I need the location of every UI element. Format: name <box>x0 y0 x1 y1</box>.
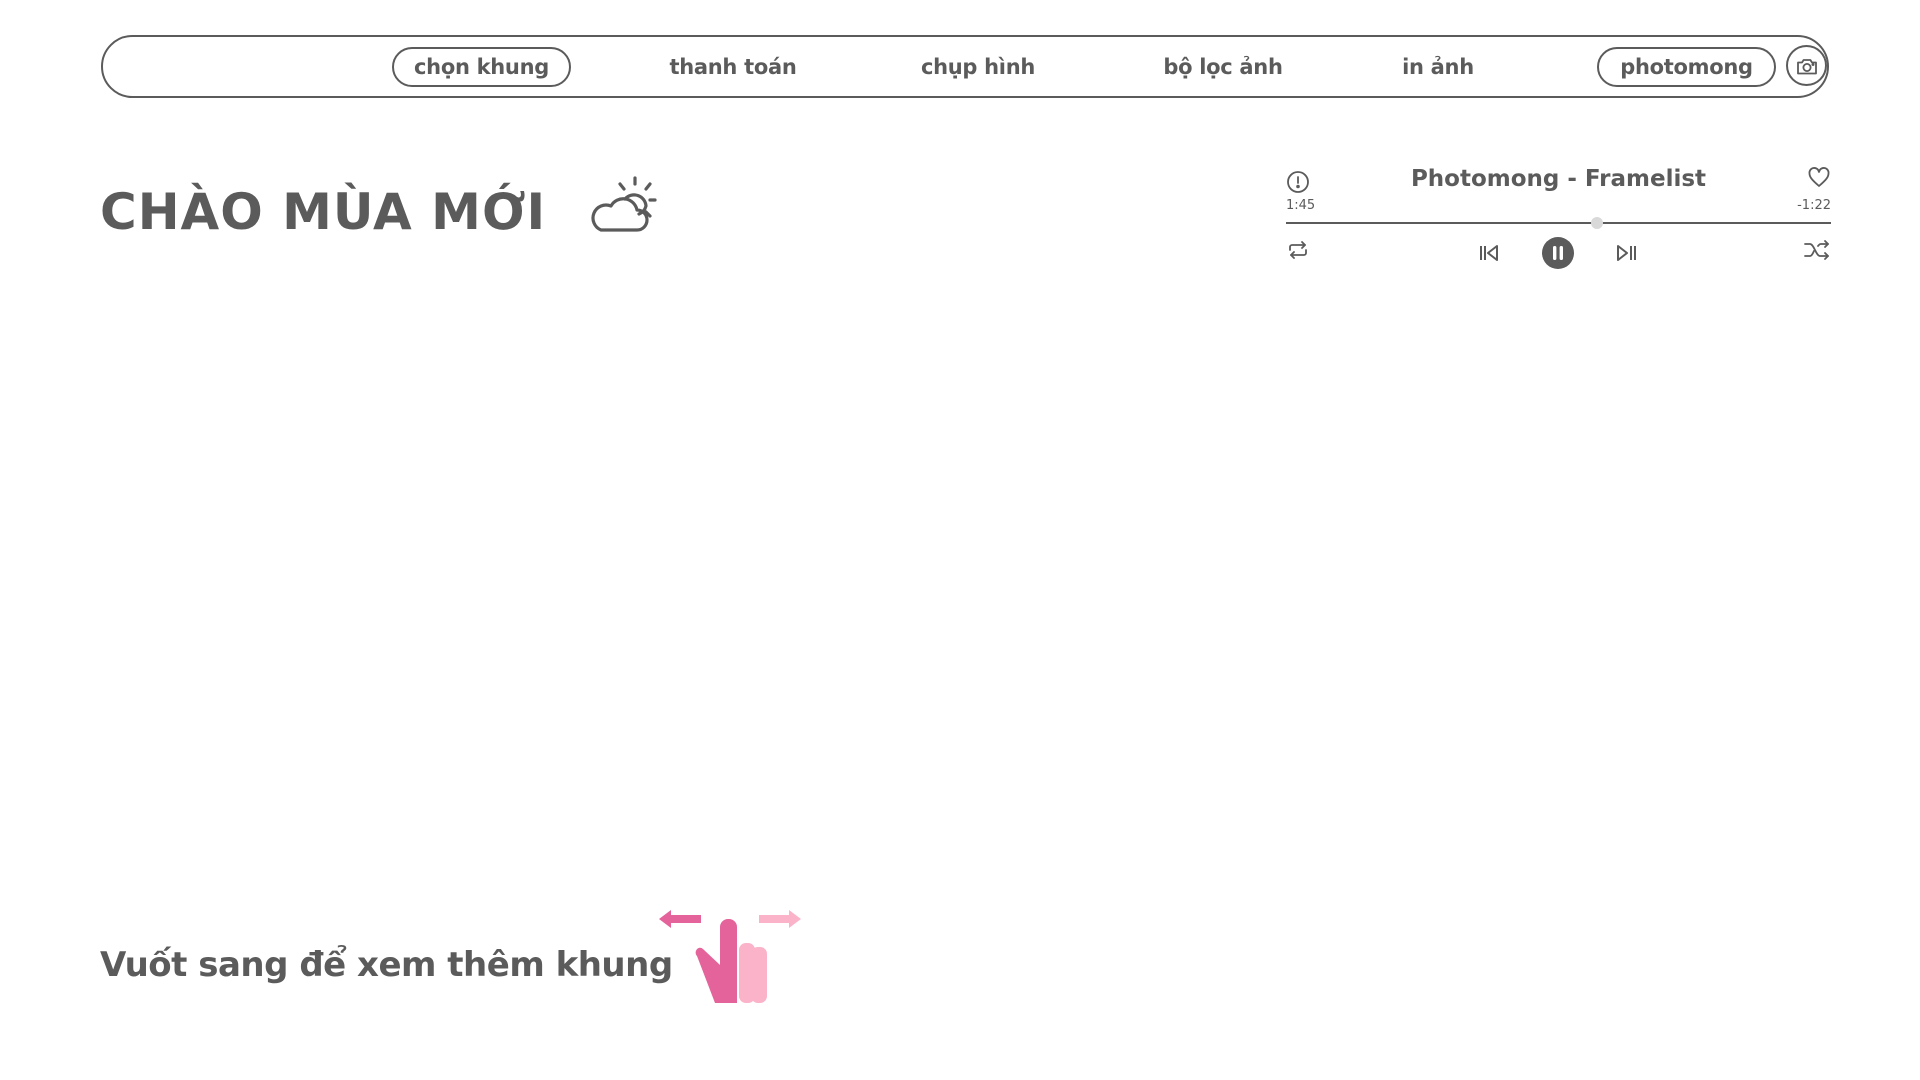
song-title: Photomong - Framelist <box>1410 166 1707 192</box>
remaining-time: -1:22 <box>1797 198 1831 213</box>
camera-button[interactable] <box>1786 45 1827 86</box>
top-nav: chọn khung thanh toán chụp hình bộ lọc ả… <box>101 35 1829 98</box>
pause-icon <box>1553 246 1563 260</box>
camera-icon <box>1796 58 1817 74</box>
elapsed-time: 1:45 <box>1286 198 1316 213</box>
music-player: Photomong - Framelist 1:45 -1:22 <box>1286 160 1831 270</box>
nav-item-thanh-toan[interactable]: thanh toán <box>633 47 833 87</box>
nav-item-chup-hinh[interactable]: chụp hình <box>888 47 1068 87</box>
like-button[interactable] <box>1807 166 1831 190</box>
nav-item-in-anh[interactable]: in ảnh <box>1368 47 1508 87</box>
nav-brand-button[interactable]: photomong <box>1597 47 1776 87</box>
swipe-hint: Vuốt sang để xem thêm khung <box>100 945 673 985</box>
shuffle-button[interactable] <box>1803 238 1831 262</box>
heart-icon <box>1808 167 1830 187</box>
swipe-hand-icon <box>659 910 801 1003</box>
nav-item-chon-khung[interactable]: chọn khung <box>392 47 571 87</box>
progress-knob[interactable] <box>1590 217 1603 229</box>
play-pause-button[interactable] <box>1542 237 1574 269</box>
previous-icon <box>1480 245 1498 261</box>
repeat-button[interactable] <box>1286 238 1310 262</box>
nav-item-bo-loc-anh[interactable]: bộ lọc ảnh <box>1123 47 1323 87</box>
repeat-icon <box>1289 241 1307 259</box>
partly-cloudy-icon <box>591 176 657 232</box>
progress-bar[interactable] <box>1286 217 1831 229</box>
next-icon <box>1617 245 1636 261</box>
shuffle-icon <box>1804 240 1829 260</box>
next-button[interactable] <box>1614 240 1640 266</box>
page-title: CHÀO MÙA MỚI <box>100 183 547 241</box>
previous-button[interactable] <box>1476 240 1502 266</box>
